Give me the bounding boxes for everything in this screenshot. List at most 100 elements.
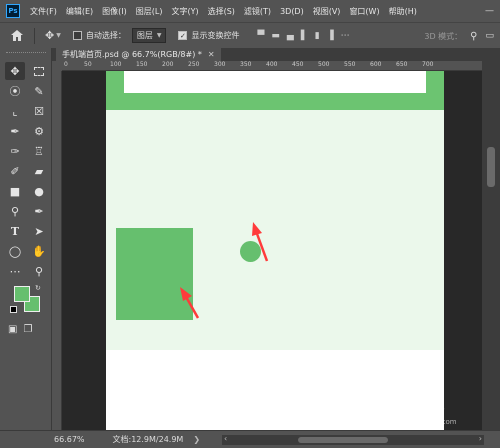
watermark-url: jingyan.baidu.com: [392, 418, 457, 426]
lasso-tool-icon[interactable]: ⦿: [5, 82, 25, 100]
spot-healing-tool-icon[interactable]: ⚙: [29, 122, 49, 140]
ellipse-tool-icon[interactable]: ◯: [5, 242, 25, 260]
menu-filter[interactable]: 滤镜(T): [244, 6, 271, 17]
align-bottom-icon[interactable]: ▄: [287, 31, 294, 41]
minimize-icon[interactable]: —: [485, 6, 494, 16]
ruler-tick: 650: [396, 61, 408, 68]
show-transform-checkbox[interactable]: ✓: [178, 31, 188, 40]
document-canvas[interactable]: [106, 71, 444, 431]
vertical-scroll-thumb[interactable]: [487, 147, 495, 187]
menu-layer[interactable]: 图层(L): [136, 6, 163, 17]
more-tools-icon[interactable]: ⋯: [5, 262, 25, 280]
separator: [34, 27, 35, 44]
scroll-right-icon[interactable]: ›: [479, 434, 482, 443]
auto-select-dropdown[interactable]: 图层 ▼: [131, 28, 167, 43]
ruler-tick: 500: [318, 61, 330, 68]
options-bar: ✥ ▼ 自动选择： 图层 ▼ ✓ 显示变换控件 ▀ ▬ ▄ ▌ ▮ ▐ ⋯ 3D…: [0, 22, 500, 48]
document-info[interactable]: 文档:12.9M/24.9M: [113, 434, 184, 445]
menu-edit[interactable]: 编辑(E): [66, 6, 93, 17]
panel-grip[interactable]: [5, 52, 46, 58]
arrow-to-rectangle: [180, 287, 200, 319]
ruler-corner[interactable]: [52, 61, 62, 71]
auto-select-checkbox[interactable]: [72, 31, 82, 40]
chevron-right-icon[interactable]: ❯: [193, 435, 200, 444]
move-tool-options-icon[interactable]: ✥: [45, 29, 54, 42]
ruler-tick: 700: [422, 61, 434, 68]
menu-file[interactable]: 文件(F): [30, 6, 57, 17]
photoshop-window: Ps 文件(F) 编辑(E) 图像(I) 图层(L) 文字(Y) 选择(S) 滤…: [0, 0, 500, 448]
tool-grid: ✥ ⦿ ✎ ⌞ ☒ ✒ ⚙ ✑ ♖ ✐ ▰ ■ ● ⚲ ✒ T ➤ ◯ ✋ ⋯ …: [0, 62, 51, 280]
menu-3d[interactable]: 3D(D): [280, 7, 304, 16]
close-icon[interactable]: ✕: [208, 50, 215, 59]
foreground-color-swatch[interactable]: [14, 286, 30, 302]
horizontal-scrollbar[interactable]: ‹ ›: [222, 434, 484, 445]
ruler-tick: 550: [344, 61, 356, 68]
chevron-down-icon[interactable]: ▼: [56, 32, 61, 39]
toolbar-bottom: ▣ ❐: [0, 324, 51, 335]
eraser-tool-icon[interactable]: ▰: [29, 162, 49, 180]
ruler-tick: 450: [292, 61, 304, 68]
hand-tool-icon[interactable]: ✋: [29, 242, 49, 260]
ruler-tick: 250: [188, 61, 200, 68]
align-hcenter-icon[interactable]: ▮: [315, 31, 320, 41]
default-colors-icon[interactable]: [10, 306, 17, 313]
quick-mask-icon[interactable]: ▣: [8, 324, 17, 335]
align-right-icon[interactable]: ▐: [327, 31, 334, 41]
scroll-left-icon[interactable]: ‹: [224, 434, 227, 443]
home-icon[interactable]: [6, 25, 28, 47]
menu-bar: Ps 文件(F) 编辑(E) 图像(I) 图层(L) 文字(Y) 选择(S) 滤…: [0, 0, 500, 22]
type-tool-icon[interactable]: T: [5, 222, 25, 240]
swap-colors-icon[interactable]: ↻: [35, 284, 41, 292]
menu-view[interactable]: 视图(V): [313, 6, 341, 17]
align-vcenter-icon[interactable]: ▬: [271, 31, 280, 41]
path-select-tool-icon[interactable]: ➤: [29, 222, 49, 240]
screen-mode-icon[interactable]: ❐: [23, 324, 32, 335]
workspace-icon[interactable]: ▭: [485, 31, 494, 41]
zoom-level[interactable]: 66.67%: [54, 435, 85, 444]
brush-tool-icon[interactable]: ✑: [5, 142, 25, 160]
ruler-tick: 50: [84, 61, 92, 68]
ruler-tick: 400: [266, 61, 278, 68]
horizontal-scroll-thumb[interactable]: [298, 437, 388, 443]
eyedropper-tool-icon[interactable]: ✒: [5, 122, 25, 140]
ruler-tick: 0: [64, 61, 68, 68]
auto-select-value: 图层: [136, 31, 153, 40]
clone-stamp-tool-icon[interactable]: ♖: [29, 142, 49, 160]
search-icon[interactable]: ⚲: [470, 31, 477, 42]
zoom-tool-icon[interactable]: ⚲: [29, 262, 49, 280]
crop-tool-icon[interactable]: ⌞: [5, 102, 25, 120]
menu-type[interactable]: 文字(Y): [171, 6, 198, 17]
arrow-to-circle: [252, 222, 269, 262]
pen-tool-icon[interactable]: ✒: [29, 202, 49, 220]
menu-help[interactable]: 帮助(H): [389, 6, 417, 17]
align-top-icon[interactable]: ▀: [257, 31, 264, 41]
workspace[interactable]: [62, 71, 482, 431]
ruler-tick: 350: [240, 61, 252, 68]
blur-tool-icon[interactable]: ●: [29, 182, 49, 200]
menu-select[interactable]: 选择(S): [208, 6, 235, 17]
annotation-arrows: [180, 222, 269, 319]
move-tool-icon[interactable]: ✥: [5, 62, 25, 80]
ruler-tick: 150: [136, 61, 148, 68]
menu-image[interactable]: 图像(I): [102, 6, 127, 17]
align-left-icon[interactable]: ▌: [301, 31, 308, 41]
ruler-tick: 300: [214, 61, 226, 68]
quick-select-tool-icon[interactable]: ✎: [29, 82, 49, 100]
align-buttons: ▀ ▬ ▄ ▌ ▮ ▐ ⋯: [257, 31, 349, 41]
3d-mode-label: 3D 模式：: [424, 31, 463, 41]
more-options-icon[interactable]: ⋯: [341, 31, 350, 41]
vertical-ruler[interactable]: [52, 71, 62, 431]
document-tab[interactable]: 手机端首页.psd @ 66.7%(RGB/8#) * ✕: [56, 48, 221, 61]
show-transform-label: 显示变换控件: [191, 31, 240, 40]
frame-tool-icon[interactable]: ☒: [29, 102, 49, 120]
menu-window[interactable]: 窗口(W): [349, 6, 379, 17]
chevron-down-icon: ▼: [156, 32, 162, 39]
history-brush-tool-icon[interactable]: ✐: [5, 162, 25, 180]
marquee-tool-icon[interactable]: [29, 62, 49, 80]
window-controls: —: [485, 0, 494, 22]
vertical-scrollbar[interactable]: [482, 61, 500, 431]
gradient-tool-icon[interactable]: ■: [5, 182, 25, 200]
ruler-tick: 100: [110, 61, 122, 68]
dodge-tool-icon[interactable]: ⚲: [5, 202, 25, 220]
horizontal-ruler[interactable]: 0 50 100 150 200 250 300 350 400 450 500…: [62, 61, 482, 71]
